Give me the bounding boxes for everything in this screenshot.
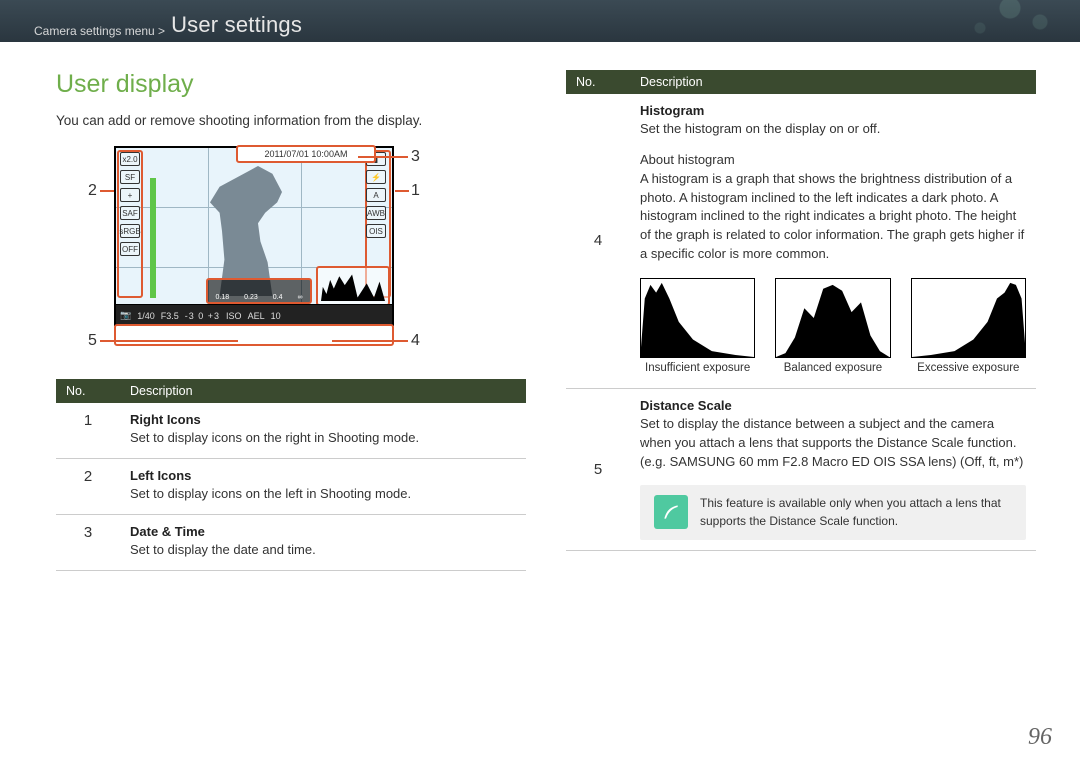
wb-icon: AWB xyxy=(366,206,386,220)
histogram-example-center: Balanced exposure xyxy=(775,278,890,374)
camera-status-bar: 📷 1/40 F3.5 -3 0 +3 ISO AEL 10 xyxy=(116,304,392,326)
ev-icon: + xyxy=(120,188,140,202)
breadcrumb-prefix: Camera settings menu > xyxy=(34,24,165,38)
left-icon-column: x2.0 SF + SAF sRGB OFF xyxy=(120,152,142,256)
row-no: 4 xyxy=(566,94,630,388)
th-desc: Description xyxy=(120,379,526,403)
hist-label: Insufficient exposure xyxy=(640,362,755,374)
manual-page: Camera settings menu > User settings Use… xyxy=(0,0,1080,765)
th-no: No. xyxy=(566,70,630,94)
mode-icon: A xyxy=(366,188,386,202)
status-iso-icon: ISO xyxy=(226,311,242,321)
srgb-icon: sRGB xyxy=(120,224,140,238)
th-desc: Description xyxy=(630,70,1036,94)
table-row: 1 Right Icons Set to display icons on th… xyxy=(56,403,526,458)
quality-icon: SF xyxy=(120,170,140,184)
row-subhead: About histogram xyxy=(640,151,1026,170)
histogram-example-right: Excessive exposure xyxy=(911,278,1026,374)
status-ev-scale: -3 0 +3 xyxy=(185,311,220,321)
callout-4-line xyxy=(332,340,408,342)
distance-scale-highlight: 0.18 0.23 0.4 ∞ xyxy=(206,278,312,304)
histogram-box-icon xyxy=(640,278,755,358)
histogram-mini-icon xyxy=(321,271,385,301)
zoom-icon: x2.0 xyxy=(120,152,140,166)
row-no: 1 xyxy=(56,403,120,458)
note-text: This feature is available only when you … xyxy=(700,495,1012,530)
row-body: A histogram is a graph that shows the br… xyxy=(640,170,1026,264)
row-body: Set the histogram on the display on or o… xyxy=(640,120,1026,139)
row-body: Set to display the distance between a su… xyxy=(640,415,1026,472)
table-row: 4 Histogram Set the histogram on the dis… xyxy=(566,94,1036,388)
row-no: 3 xyxy=(56,514,120,570)
description-table-left: No. Description 1 Right Icons Set to dis… xyxy=(56,379,526,571)
banner-decoration xyxy=(780,0,1080,42)
note-icon xyxy=(654,495,688,529)
ois-icon: OIS xyxy=(366,224,386,238)
callout-3: 3 xyxy=(411,148,420,166)
table-row: 5 Distance Scale Set to display the dist… xyxy=(566,388,1036,550)
off-icon: OFF xyxy=(120,242,140,256)
intro-text: You can add or remove shooting informati… xyxy=(56,113,526,128)
status-shutter: 1/40 xyxy=(137,311,155,321)
row-body: Set to display the date and time. xyxy=(130,541,516,560)
histogram-box-icon xyxy=(911,278,1026,358)
row-title: Date & Time xyxy=(130,524,516,539)
left-column: User display You can add or remove shoot… xyxy=(56,70,526,571)
hist-label: Excessive exposure xyxy=(911,362,1026,374)
callout-3-line xyxy=(358,156,408,158)
callout-2: 2 xyxy=(88,182,97,200)
callout-5-line xyxy=(100,340,238,342)
histogram-box-icon xyxy=(775,278,890,358)
status-icon: 📷 xyxy=(120,310,131,321)
camera-screen: x2.0 SF + SAF sRGB OFF ▮ ⚡ A AWB OIS xyxy=(114,146,394,326)
row-no: 5 xyxy=(566,388,630,550)
histogram-example-left: Insufficient exposure xyxy=(640,278,755,374)
status-bar-highlight xyxy=(114,324,394,346)
datetime-value: 2011/07/01 10:00AM xyxy=(265,149,348,159)
note-box: This feature is available only when you … xyxy=(640,485,1026,540)
table-row: 3 Date & Time Set to display the date an… xyxy=(56,514,526,570)
row-title: Distance Scale xyxy=(640,398,1026,413)
content-columns: User display You can add or remove shoot… xyxy=(0,42,1080,571)
camera-illustration: x2.0 SF + SAF sRGB OFF ▮ ⚡ A AWB OIS xyxy=(96,146,446,361)
right-icon-column: ▮ ⚡ A AWB OIS xyxy=(366,152,388,238)
header-banner: Camera settings menu > User settings xyxy=(0,0,1080,42)
description-table-right: No. Description 4 Histogram Set the hist… xyxy=(566,70,1036,551)
af-icon: SAF xyxy=(120,206,140,220)
callout-2-line xyxy=(100,190,114,192)
th-no: No. xyxy=(56,379,120,403)
datetime-highlight: 2011/07/01 10:00AM xyxy=(236,145,376,163)
row-body: Set to display icons on the left in Shoo… xyxy=(130,485,516,504)
callout-5: 5 xyxy=(88,332,97,350)
status-aperture: F3.5 xyxy=(161,311,179,321)
callout-1-line xyxy=(395,190,409,192)
row-title: Left Icons xyxy=(130,468,516,483)
hist-label: Balanced exposure xyxy=(775,362,890,374)
flash-icon: ⚡ xyxy=(366,170,386,184)
row-title: Right Icons xyxy=(130,412,516,427)
table-row: 2 Left Icons Set to display icons on the… xyxy=(56,458,526,514)
row-title: Histogram xyxy=(640,103,1026,118)
histogram-examples: Insufficient exposure Balanced exposure xyxy=(640,278,1026,374)
breadcrumb-title: User settings xyxy=(171,12,302,38)
row-no: 2 xyxy=(56,458,120,514)
callout-1: 1 xyxy=(411,182,420,200)
row-body: Set to display icons on the right in Sho… xyxy=(130,429,516,448)
level-bar-icon xyxy=(150,178,156,298)
callout-4: 4 xyxy=(411,332,420,350)
status-count: 10 xyxy=(271,311,281,321)
page-number: 96 xyxy=(1028,724,1052,751)
status-ael: AEL xyxy=(248,311,265,321)
histogram-highlight xyxy=(316,266,390,306)
right-column: No. Description 4 Histogram Set the hist… xyxy=(566,70,1036,571)
section-title: User display xyxy=(56,70,526,99)
